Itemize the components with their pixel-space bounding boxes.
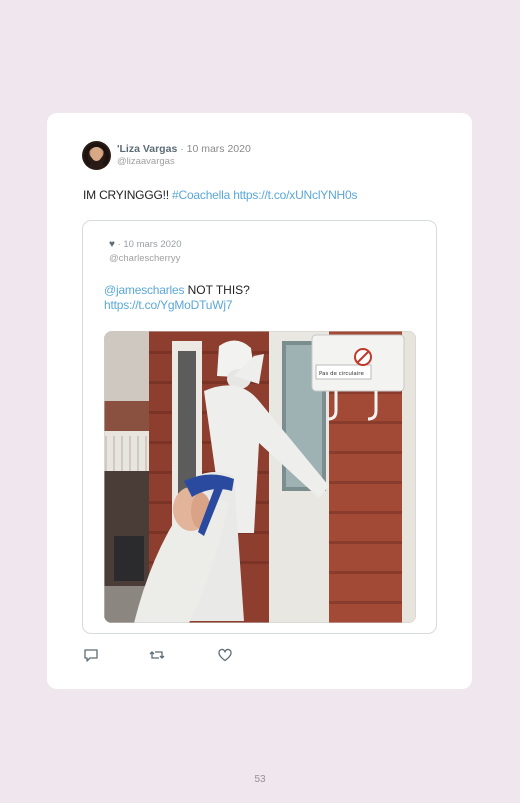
mailbox-sign-text: Pas de circulaire [319,371,364,377]
heart-icon: ♥ [109,239,115,250]
retweet-icon[interactable] [149,647,165,663]
quoted-meta: ♥ · 10 mars 2020 [109,239,181,250]
tweet-actions [83,647,253,663]
avatar-face [91,147,102,161]
author-handle[interactable]: @lizaavargas [117,156,175,167]
photo-illustration: Pas de circulaire [104,331,416,623]
author-line: 'Liza Vargas · 10 mars 2020 [117,143,251,155]
quoted-link[interactable]: https://t.co/YgMoDTuWj7 [104,298,233,312]
speech-bubble-icon[interactable] [83,647,99,663]
heart-outline-icon[interactable] [217,647,233,663]
quoted-tweet[interactable]: ♥ · 10 mars 2020 @charlescherryy @jamesc… [82,220,437,634]
author-name[interactable]: 'Liza Vargas [117,143,177,155]
quoted-text: @jamescharles NOT THIS? https://t.co/YgM… [104,283,250,313]
avatar[interactable] [82,141,111,170]
hashtag-link[interactable]: #Coachella [172,188,230,202]
quoted-date[interactable]: · 10 mars 2020 [118,239,182,250]
page-number: 53 [254,774,266,785]
tweet-card: 'Liza Vargas · 10 mars 2020 @lizaavargas… [47,113,472,689]
mention-link[interactable]: @jamescharles [104,283,184,297]
quoted-handle[interactable]: @charlescherryy [109,253,180,264]
tweet-date[interactable]: 10 mars 2020 [187,143,251,155]
tweet-body: IM CRYINGGG!! [83,188,172,202]
tweet-text: IM CRYINGGG!! #Coachella https://t.co/xU… [83,188,357,202]
tweet-photo[interactable]: Pas de circulaire [104,331,416,623]
separator: · [180,143,184,155]
quoted-body: NOT THIS? [184,283,250,297]
tweet-link[interactable]: https://t.co/xUNclYNH0s [233,188,357,202]
